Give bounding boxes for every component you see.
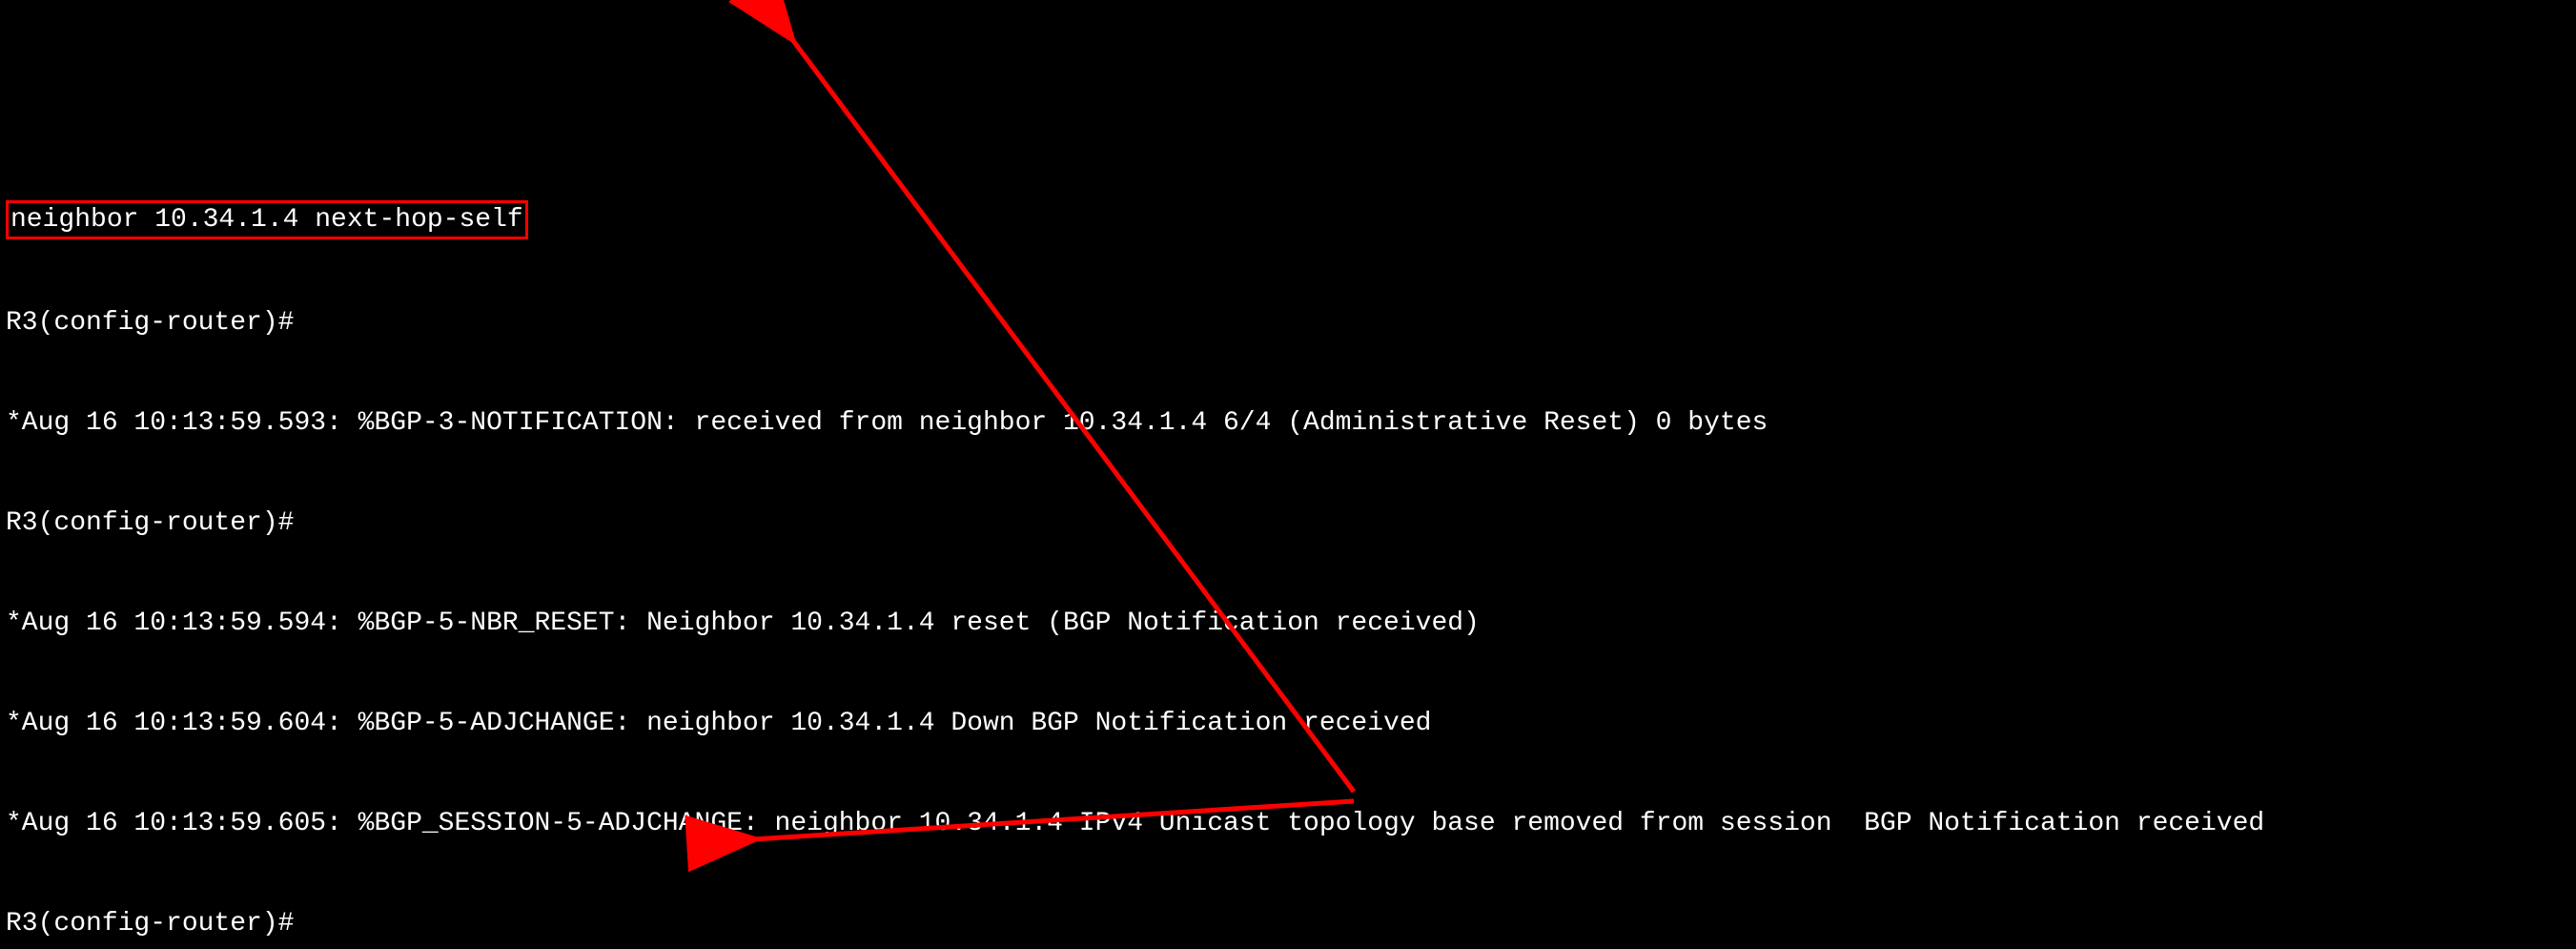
pane-r3[interactable]: neighbor 10.34.1.4 next-hop-self R3(conf…: [0, 134, 2576, 949]
terminal-line: *Aug 16 10:13:59.594: %BGP-5-NBR_RESET: …: [6, 607, 2570, 640]
highlighted-command: neighbor 10.34.1.4 next-hop-self: [6, 200, 528, 239]
terminal-line: *Aug 16 10:13:59.605: %BGP_SESSION-5-ADJ…: [6, 807, 2570, 840]
terminal-line: *Aug 16 10:13:59.604: %BGP-5-ADJCHANGE: …: [6, 707, 2570, 740]
terminal-window: neighbor 10.34.1.4 next-hop-self R3(conf…: [0, 0, 2576, 949]
terminal-line: R3(config-router)#: [6, 907, 2570, 940]
terminal-line: R3(config-router)#: [6, 506, 2570, 540]
terminal-line: *Aug 16 10:13:59.593: %BGP-3-NOTIFICATIO…: [6, 406, 2570, 440]
terminal-line: R3(config-router)#: [6, 306, 2570, 340]
